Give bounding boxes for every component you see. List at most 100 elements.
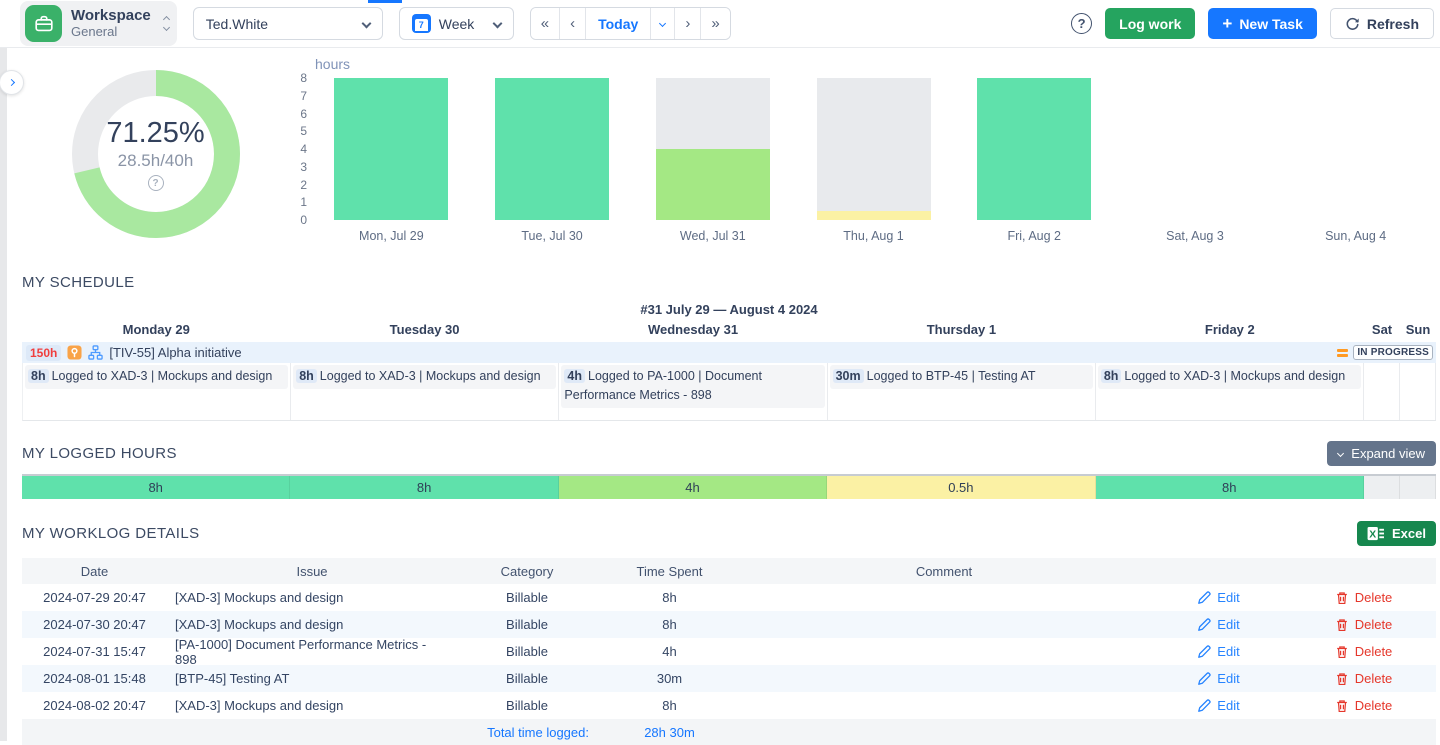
bar-segment-remaining [656,78,770,149]
hours-bar-chart: hours 876543210 Mon, Jul 29Tue, Jul 30We… [289,48,1436,260]
period-select[interactable]: 7 Week [399,7,514,40]
bar-column: Fri, Aug 2 [954,73,1115,243]
new-task-label: New Task [1239,16,1303,32]
delete-button[interactable]: Delete [1335,590,1393,605]
worklog-comment [742,665,1146,692]
edit-button[interactable]: Edit [1197,698,1239,713]
bar-segment-remaining [817,78,931,211]
delete-button[interactable]: Delete [1335,671,1393,686]
schedule-day-header: Tuesday 30 [290,319,558,342]
delete-button[interactable]: Delete [1335,644,1393,659]
new-task-button[interactable]: + New Task [1208,8,1316,39]
column-header: Comment [742,558,1146,584]
schedule-day-header: Thursday 1 [827,319,1095,342]
next-week-button[interactable]: › [675,8,701,39]
y-axis-tick: 7 [289,91,311,101]
column-header: Issue [167,558,457,584]
my-logged-hours-section: MY LOGGED HOURS Expand view 8h8h4h0.5h8h [22,441,1436,499]
period-select-value: Week [439,16,486,32]
chevron-down-icon [1337,450,1344,457]
schedule-day-header: Sat [1364,319,1400,342]
time-badge: 30m [833,369,864,383]
pencil-icon [1197,672,1211,686]
bar-category-label: Wed, Jul 31 [680,229,746,243]
logged-hours-segment: 0.5h [827,476,1095,499]
help-icon[interactable]: ? [1071,13,1092,34]
refresh-icon [1345,16,1360,31]
last-week-button[interactable]: » [701,8,729,39]
y-axis-tick: 4 [289,144,311,154]
schedule-day-header: Sun [1400,319,1436,342]
worklog-entry-chip[interactable]: 30mLogged to BTP-45 | Testing AT [830,365,1093,389]
worklog-date: 2024-07-30 20:47 [22,611,167,638]
refresh-button[interactable]: Refresh [1330,8,1434,39]
entry-text: Logged to XAD-3 | Mockups and design [320,369,541,383]
issue-title-link[interactable]: [TIV-55] Alpha initiative [109,345,241,360]
schedule-day-headers: Monday 29Tuesday 30Wednesday 31Thursday … [22,319,1436,342]
schedule-table: #31 July 29 — August 4 2024 Monday 29Tue… [22,297,1436,421]
table-row: 2024-07-29 20:47[XAD-3] Mockups and desi… [22,584,1436,611]
donut-help-icon[interactable]: ? [148,175,164,191]
y-axis: 876543210 [289,73,311,225]
pencil-icon [1197,645,1211,659]
worklog-issue: [XAD-3] Mockups and design [167,611,457,638]
worklog-time-spent: 30m [597,665,742,692]
edit-button[interactable]: Edit [1197,671,1239,686]
delete-button[interactable]: Delete [1335,617,1393,632]
bar-columns: Mon, Jul 29Tue, Jul 30Wed, Jul 31Thu, Au… [311,73,1436,243]
worklog-footer-row: Total time logged: 28h 30m [22,719,1436,745]
donut-percent: 71.25% [106,117,204,150]
y-axis-tick: 1 [289,197,311,207]
bar-category-label: Sun, Aug 4 [1325,229,1386,243]
table-row: 2024-07-30 20:47[XAD-3] Mockups and desi… [22,611,1436,638]
edit-button[interactable]: Edit [1197,644,1239,659]
donut-ratio: 28.5h/40h [118,151,194,171]
schedule-day-header: Friday 2 [1096,319,1364,342]
worklog-comment [742,611,1146,638]
worklog-category: Billable [457,692,597,719]
pencil-icon [1197,591,1211,605]
logged-hours-segment: 4h [559,476,827,499]
time-badge: 8h [28,369,49,383]
svg-text:X: X [1369,529,1376,540]
schedule-section-title: MY SCHEDULE [22,274,1436,291]
workspace-selector[interactable]: Workspace General [20,1,177,46]
logged-hours-bar: 8h8h4h0.5h8h [22,474,1436,499]
worklog-entry-chip[interactable]: 8hLogged to XAD-3 | Mockups and design [25,365,288,389]
schedule-issue-row: 150h [TIV-55] Alpha initiative [22,342,1436,363]
edit-button[interactable]: Edit [1197,617,1239,632]
prev-week-button[interactable]: ‹ [560,8,586,39]
active-tab-indicator [368,0,402,3]
refresh-label: Refresh [1367,16,1419,32]
total-time-label: Total time logged: [457,719,597,745]
workspace-title: Workspace [71,7,151,24]
trash-icon [1335,618,1349,632]
edit-button[interactable]: Edit [1197,590,1239,605]
first-week-button[interactable]: « [531,8,560,39]
today-button[interactable]: Today [586,8,651,39]
y-axis-title: hours [315,56,1436,72]
bar-category-label: Fri, Aug 2 [1007,229,1061,243]
delete-label: Delete [1355,590,1393,605]
worklog-time-spent: 8h [597,611,742,638]
hierarchy-icon [88,345,103,360]
sidebar-expand-button[interactable] [0,70,24,95]
today-dropdown-button[interactable] [651,8,675,39]
delete-button[interactable]: Delete [1335,698,1393,713]
export-excel-button[interactable]: X Excel [1357,521,1436,546]
worklog-entry-chip[interactable]: 8hLogged to XAD-3 | Mockups and design [1098,365,1361,389]
log-work-button[interactable]: Log work [1105,8,1195,39]
time-badge: 8h [296,369,317,383]
schedule-day-cell: 4hLogged to PA-1000 | Document Performan… [559,363,827,420]
schedule-day-cell [1364,363,1400,420]
bar-column: Wed, Jul 31 [632,73,793,243]
worklog-entry-chip[interactable]: 4hLogged to PA-1000 | Document Performan… [561,365,824,408]
worklog-entry-chip[interactable]: 8hLogged to XAD-3 | Mockups and design [293,365,556,389]
expand-view-button[interactable]: Expand view [1327,441,1436,466]
table-row: 2024-07-31 15:47[PA-1000] Document Perfo… [22,638,1436,665]
worklog-time-spent: 8h [597,692,742,719]
worklog-body: 2024-07-29 20:47[XAD-3] Mockups and desi… [22,584,1436,719]
user-select[interactable]: Ted.White [193,7,383,40]
worklog-category: Billable [457,638,597,665]
toolbar: Workspace General Ted.White 7 Week « ‹ T… [0,0,1440,48]
